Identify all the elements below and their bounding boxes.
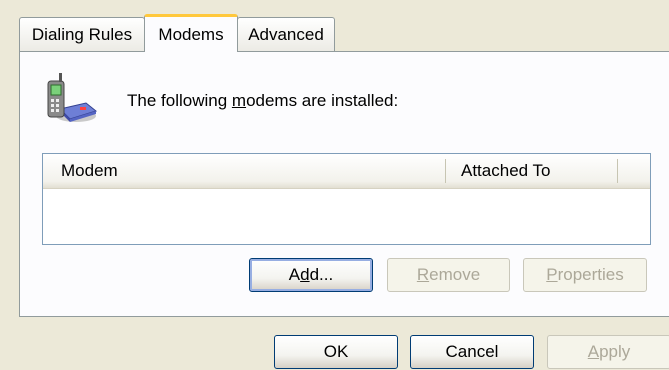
tab-label: Advanced xyxy=(248,24,324,44)
column-divider[interactable] xyxy=(617,159,618,183)
phone-modem-dialog: Dialing Rules Modems Advanced The follow… xyxy=(0,0,669,370)
modem-list[interactable]: Modem Attached To xyxy=(42,153,651,245)
remove-button[interactable]: Remove xyxy=(387,258,510,292)
tab-dialing-rules[interactable]: Dialing Rules xyxy=(19,17,145,51)
tab-label: Modems xyxy=(158,24,224,44)
tab-advanced[interactable]: Advanced xyxy=(237,17,335,51)
cancel-button[interactable]: Cancel xyxy=(410,335,534,369)
column-divider[interactable] xyxy=(445,159,446,183)
column-header-attached-to[interactable]: Attached To xyxy=(461,154,550,188)
phone-modem-icon xyxy=(47,73,98,122)
properties-button[interactable]: Properties xyxy=(523,258,647,292)
apply-button[interactable]: Apply xyxy=(547,335,669,369)
column-header-modem[interactable]: Modem xyxy=(61,154,118,188)
installed-modems-caption: The following modems are installed: xyxy=(127,91,399,110)
add-button[interactable]: Ad d... xyxy=(249,258,373,292)
tab-modems[interactable]: Modems xyxy=(144,14,238,52)
ok-button[interactable]: OK xyxy=(274,335,398,369)
tab-label: Dialing Rules xyxy=(31,24,133,44)
list-header: Modem Attached To xyxy=(43,154,650,189)
